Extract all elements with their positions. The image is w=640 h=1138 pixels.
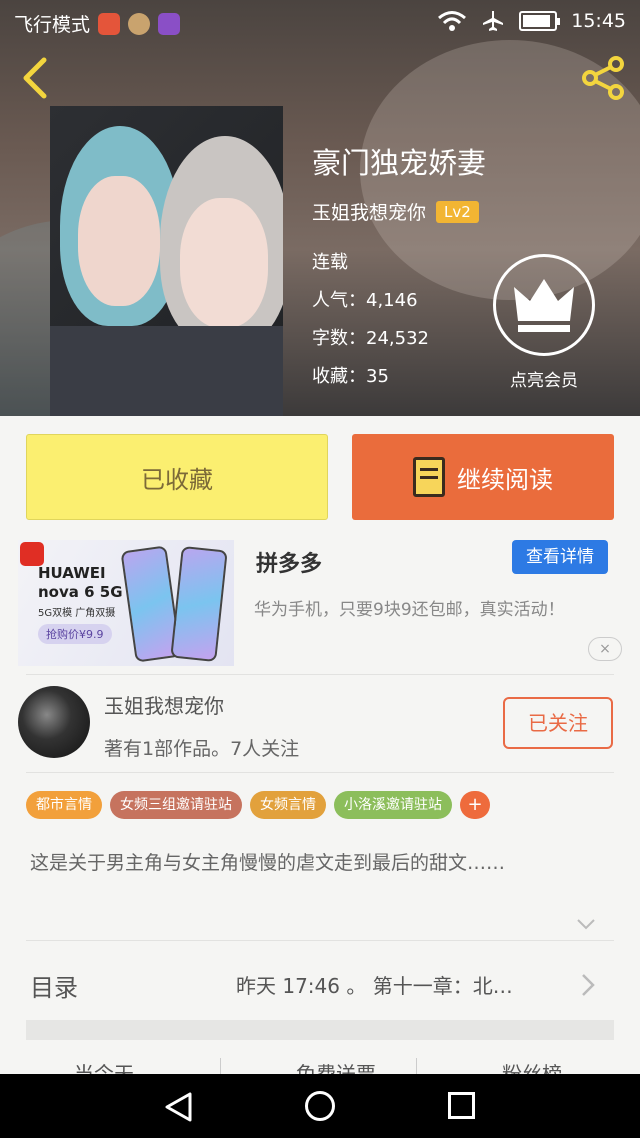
chevron-left-icon [23, 57, 47, 99]
book-status: 连载 [312, 252, 348, 273]
author-card-stats: 著有1部作品。7人关注 [104, 738, 300, 760]
back-button[interactable] [16, 56, 56, 100]
carrier-text: 飞行模式 [14, 14, 91, 36]
chevron-right-icon [582, 974, 595, 996]
author-level-badge: Lv2 [436, 200, 479, 223]
phone-image [170, 545, 228, 663]
bottom-action-tabs: 当今天 免费送票 粉丝榜 [0, 1052, 640, 1076]
tag-list: 都市言情 女频三组邀请驻站 女频言情 小洛溪邀请驻站 + [26, 791, 490, 819]
ad-brand-line1: HUAWEI [38, 564, 106, 582]
tag-chip[interactable]: 女频三组邀请驻站 [110, 791, 242, 819]
book-popularity: 人气：4,146 [312, 290, 418, 311]
ad-image-subtitle: 5G双模 广角双摄 [38, 608, 116, 619]
battery-icon [519, 11, 561, 31]
book-detail-screen: 飞行模式 15:45 豪门独宠娇妻 玉姐我想宠你 Lv2 连载 人气：4,146… [0, 0, 640, 1138]
avatar-app-icon [128, 12, 151, 35]
system-navigation-bar [0, 1074, 640, 1138]
divider [26, 772, 614, 773]
book-title: 豪门独宠娇妻 [312, 146, 487, 180]
ad-description[interactable]: 华为手机，只要9块9还包邮，真实活动！ [254, 596, 614, 624]
author-card-name[interactable]: 玉姐我想宠你 [104, 690, 224, 719]
close-icon: × [599, 641, 611, 657]
expand-description-button[interactable] [576, 914, 596, 934]
ad-image-price: 抢购价¥9.9 [38, 624, 112, 644]
book-description: 这是关于男主角与女主角慢慢的虐文走到最后的甜文…… [30, 852, 506, 874]
followed-button[interactable]: 已关注 [503, 697, 613, 749]
share-icon [582, 56, 624, 100]
tag-chip[interactable]: 小洛溪邀请驻站 [334, 791, 452, 819]
ad-brand-line2: nova 6 5G [38, 583, 123, 601]
book-author-row: 玉姐我想宠你 Lv2 [312, 198, 479, 225]
book-cover-image[interactable] [50, 106, 283, 416]
gallery-app-icon [158, 12, 181, 35]
divider [26, 674, 614, 675]
continue-reading-label: 继续阅读 [457, 465, 553, 494]
clock-time: 15:45 [571, 10, 626, 32]
nav-back-button[interactable] [164, 1092, 194, 1122]
toc-label[interactable]: 目录 [30, 968, 78, 1003]
book-collections: 收藏：35 [312, 366, 389, 387]
add-tag-button[interactable]: + [460, 791, 490, 819]
collected-button[interactable]: 已收藏 [26, 434, 328, 520]
airplane-icon [483, 11, 504, 31]
divider [26, 940, 614, 941]
chevron-down-icon [577, 919, 595, 930]
share-button[interactable] [580, 56, 628, 100]
ad-close-button[interactable]: × [588, 637, 622, 661]
status-bar: 飞行模式 15:45 [0, 0, 640, 44]
collected-button-label: 已收藏 [141, 465, 213, 494]
nav-recents-button[interactable] [448, 1092, 475, 1119]
nav-home-button[interactable] [305, 1091, 335, 1121]
vip-label: 点亮会员 [510, 371, 578, 391]
continue-reading-button[interactable]: 继续阅读 [352, 434, 614, 520]
toc-latest-chapter[interactable]: 昨天 17:46 。 第十一章：北… [236, 970, 513, 999]
book-word-count: 字数：24,532 [312, 328, 429, 349]
author-avatar[interactable] [18, 686, 90, 758]
tag-chip[interactable]: 都市言情 [26, 791, 102, 819]
vip-button[interactable] [493, 254, 595, 356]
book-icon [413, 457, 445, 497]
crown-icon [514, 279, 574, 332]
mail-app-icon [98, 12, 121, 35]
pinduoduo-logo-icon [20, 542, 44, 566]
ad-title[interactable]: 拼多多 [256, 546, 322, 578]
wifi-icon [438, 11, 467, 31]
ad-image[interactable]: HUAWEI nova 6 5G 5G双模 广角双摄 抢购价¥9.9 [18, 540, 234, 666]
tag-chip[interactable]: 女频言情 [250, 791, 326, 819]
toc-open-button[interactable] [580, 972, 596, 998]
triangle-back-icon [165, 1092, 192, 1122]
section-separator [26, 1020, 614, 1040]
book-author-name[interactable]: 玉姐我想宠你 [312, 198, 426, 225]
book-header: 飞行模式 15:45 豪门独宠娇妻 玉姐我想宠你 Lv2 连载 人气：4,146… [0, 0, 640, 416]
ad-view-details-button[interactable]: 查看详情 [512, 540, 608, 574]
